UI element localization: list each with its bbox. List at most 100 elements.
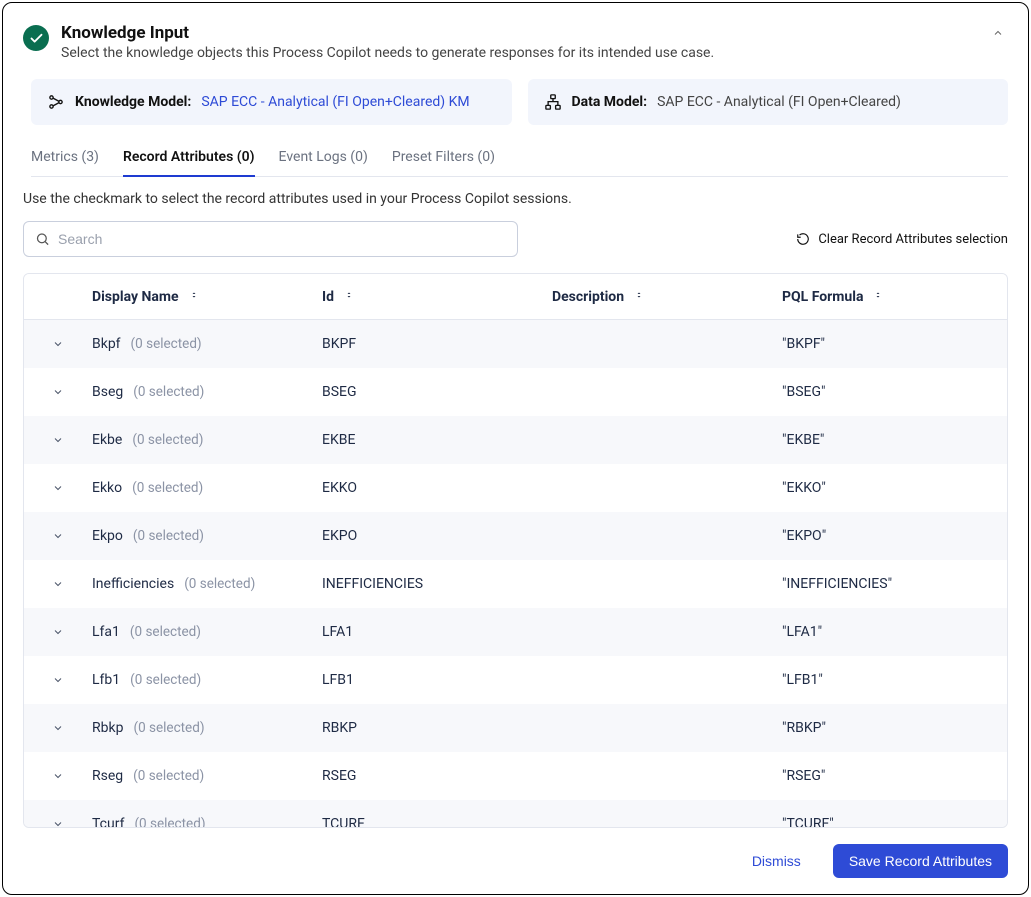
sort-icon [189, 289, 201, 305]
row-pql: "BSEG" [782, 384, 1007, 400]
expand-row[interactable] [24, 338, 92, 350]
row-id: BKPF [322, 336, 552, 352]
table-row: Ekbe (0 selected) EKBE "EKBE" [24, 416, 1007, 464]
knowledge-model-label: Knowledge Model: [75, 94, 191, 110]
row-pql: "EKKO" [782, 480, 1007, 496]
data-model-label: Data Model: [572, 94, 648, 110]
clear-selection-label: Clear Record Attributes selection [818, 232, 1008, 247]
check-icon [23, 25, 49, 51]
row-selected-count: (0 selected) [133, 720, 204, 736]
dismiss-button[interactable]: Dismiss [740, 845, 813, 877]
tab-metrics[interactable]: Metrics (3) [31, 141, 99, 177]
refresh-icon [796, 232, 810, 246]
tab-preset-filters[interactable]: Preset Filters (0) [392, 141, 495, 177]
row-name: Bseg [92, 384, 123, 400]
row-selected-count: (0 selected) [130, 624, 201, 640]
tab-event-logs[interactable]: Event Logs (0) [279, 141, 368, 177]
table-row: Bseg (0 selected) BSEG "BSEG" [24, 368, 1007, 416]
row-id: RBKP [322, 720, 552, 736]
row-selected-count: (0 selected) [132, 480, 203, 496]
col-description[interactable]: Description [552, 289, 782, 305]
table-toolbar: Clear Record Attributes selection [23, 221, 1008, 257]
row-id: RSEG [322, 768, 552, 784]
row-pql: "RSEG" [782, 768, 1007, 784]
row-name: Ekbe [92, 432, 122, 448]
row-selected-count: (0 selected) [132, 432, 203, 448]
expand-row[interactable] [24, 482, 92, 494]
knowledge-model-icon [47, 93, 65, 111]
expand-row[interactable] [24, 818, 92, 827]
expand-row[interactable] [24, 626, 92, 638]
row-id: EKBE [322, 432, 552, 448]
expand-row[interactable] [24, 434, 92, 446]
chevron-down-icon [52, 674, 64, 686]
chevron-down-icon [52, 626, 64, 638]
row-name: Rseg [92, 768, 123, 784]
chevron-down-icon [52, 818, 64, 827]
row-pql: "RBKP" [782, 720, 1007, 736]
row-name: Lfb1 [92, 672, 120, 688]
row-selected-count: (0 selected) [131, 336, 202, 352]
expand-row[interactable] [24, 386, 92, 398]
table-body: Bkpf (0 selected) BKPF "BKPF" Bseg (0 selecte… [24, 320, 1007, 827]
row-id: EKPO [322, 528, 552, 544]
row-id: LFA1 [322, 624, 552, 640]
row-pql: "TCURF" [782, 816, 1007, 827]
row-name: Bkpf [92, 336, 121, 352]
save-button[interactable]: Save Record Attributes [833, 844, 1008, 878]
sort-icon [873, 289, 885, 305]
row-id: EKKO [322, 480, 552, 496]
sort-icon [344, 289, 356, 305]
selection-hint: Use the checkmark to select the record a… [23, 191, 1008, 207]
panel-title: Knowledge Input [61, 23, 976, 43]
expand-row[interactable] [24, 722, 92, 734]
row-selected-count: (0 selected) [133, 768, 204, 784]
row-name: Lfa1 [92, 624, 120, 640]
row-selected-count: (0 selected) [133, 528, 204, 544]
collapse-toggle[interactable] [988, 23, 1008, 47]
knowledge-input-panel: Knowledge Input Select the knowledge obj… [2, 2, 1029, 895]
tab-bar: Metrics (3) Record Attributes (0) Event … [31, 141, 1008, 177]
table-row: Ekpo(0 selected)EKPO"EKPO" [24, 512, 1007, 560]
data-model-value: SAP ECC - Analytical (FI Open+Cleared) [657, 94, 901, 110]
expand-row[interactable] [24, 770, 92, 782]
col-pql[interactable]: PQL Formula [782, 289, 1007, 305]
data-model-card: Data Model: SAP ECC - Analytical (FI Ope… [528, 79, 1009, 125]
search-icon [35, 232, 50, 247]
chevron-down-icon [52, 578, 64, 590]
row-pql: "LFA1" [782, 624, 1007, 640]
expand-row[interactable] [24, 578, 92, 590]
chevron-down-icon [52, 770, 64, 782]
table-row: Tcurf(0 selected)TCURF"TCURF" [24, 800, 1007, 827]
row-pql: "INEFFICIENCIES" [782, 576, 1007, 592]
row-id: TCURF [322, 816, 552, 827]
clear-selection-button[interactable]: Clear Record Attributes selection [796, 232, 1008, 247]
expand-row[interactable] [24, 530, 92, 542]
table-header: Display Name Id Description PQL Formula [24, 274, 1007, 320]
row-id: BSEG [322, 384, 552, 400]
knowledge-model-value[interactable]: SAP ECC - Analytical (FI Open+Cleared) K… [201, 94, 469, 110]
row-pql: "EKBE" [782, 432, 1007, 448]
table-row: Rseg (0 selected) RSEG "RSEG" [24, 752, 1007, 800]
sort-icon [634, 289, 646, 305]
chevron-down-icon [52, 722, 64, 734]
col-display-name[interactable]: Display Name [92, 289, 322, 305]
panel-header: Knowledge Input Select the knowledge obj… [23, 23, 1008, 61]
table-row: Ekko (0 selected) EKKO "EKKO" [24, 464, 1007, 512]
col-id[interactable]: Id [322, 289, 552, 305]
search-input[interactable] [23, 221, 518, 257]
panel-subtitle: Select the knowledge objects this Proces… [61, 45, 976, 61]
chevron-down-icon [52, 482, 64, 494]
row-name: Ekko [92, 480, 122, 496]
row-pql: "BKPF" [782, 336, 1007, 352]
row-name: Rbkp [92, 720, 123, 736]
chevron-down-icon [52, 386, 64, 398]
row-selected-count: (0 selected) [134, 816, 205, 827]
row-selected-count: (0 selected) [133, 384, 204, 400]
tab-record-attributes[interactable]: Record Attributes (0) [123, 141, 255, 177]
expand-row[interactable] [24, 674, 92, 686]
chevron-down-icon [52, 530, 64, 542]
table-row: Inefficiencies(0 selected)INEFFICIENCIES… [24, 560, 1007, 608]
table-row: Rbkp (0 selected) RBKP "RBKP" [24, 704, 1007, 752]
row-pql: "LFB1" [782, 672, 1007, 688]
